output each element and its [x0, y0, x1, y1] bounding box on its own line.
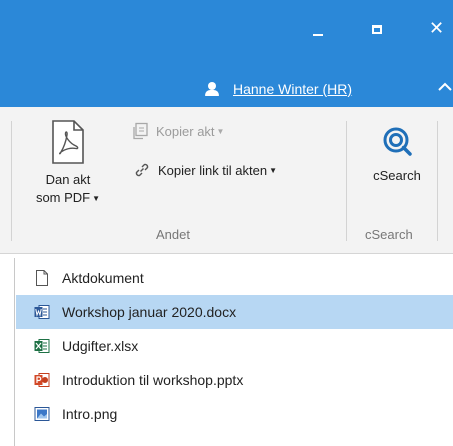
file-name: Intro.png: [62, 406, 118, 422]
powerpoint-icon: [34, 372, 50, 388]
copy-link-label: Kopier link til akten: [158, 162, 268, 178]
list-item[interactable]: Workshop januar 2020.docx: [16, 295, 453, 329]
pdf-icon: [52, 120, 84, 164]
copy-akt-button[interactable]: Kopier akt ▼: [130, 121, 224, 141]
user-name-link[interactable]: Hanne Winter (HR): [233, 81, 352, 97]
dropdown-caret-icon: ▼: [92, 193, 101, 203]
ribbon-divider: [437, 121, 438, 241]
list-item[interactable]: Aktdokument: [16, 261, 453, 295]
group-label-andet: Andet: [156, 227, 190, 242]
image-icon: [34, 406, 50, 422]
user-icon: [205, 82, 219, 96]
excel-icon: [34, 338, 50, 354]
ribbon-divider: [346, 121, 347, 241]
document-icon: [34, 270, 50, 286]
link-icon: [132, 160, 152, 180]
copy-link-button[interactable]: Kopier link til akten ▼: [132, 160, 277, 180]
copy-icon: [130, 121, 150, 141]
create-pdf-label-line2: som PDF: [35, 190, 91, 205]
close-icon: ✕: [429, 18, 445, 39]
file-name: Introduktion til workshop.pptx: [62, 372, 244, 388]
word-icon: [34, 304, 50, 320]
ribbon-divider: [11, 121, 12, 241]
maximize-icon: [372, 25, 382, 34]
tree-guide-line: [14, 258, 15, 446]
ribbon: Dan akt som PDF ▼ Kopier akt ▼ Kopier link…: [0, 107, 453, 254]
user-account[interactable]: Hanne Winter (HR): [205, 79, 352, 99]
csearch-icon: [383, 127, 412, 156]
minimize-icon: [313, 34, 323, 36]
create-pdf-button[interactable]: Dan akt som PDF ▼: [28, 119, 108, 208]
collapse-ribbon-icon[interactable]: [437, 80, 453, 94]
list-item[interactable]: Udgifter.xlsx: [16, 329, 453, 363]
close-button[interactable]: ✕: [413, 14, 453, 48]
title-bar: ✕ Hanne Winter (HR): [0, 0, 453, 107]
file-list: Aktdokument Workshop januar 2020.docx Ud…: [16, 261, 453, 431]
file-name: Udgifter.xlsx: [62, 338, 139, 354]
copy-akt-label: Kopier akt: [156, 123, 215, 139]
csearch-label: cSearch: [373, 168, 421, 183]
file-name: Aktdokument: [62, 270, 144, 286]
file-name: Workshop januar 2020.docx: [62, 304, 237, 320]
minimize-button[interactable]: [298, 14, 338, 48]
list-item[interactable]: Introduktion til workshop.pptx: [16, 363, 453, 397]
dropdown-caret-icon: ▼: [269, 165, 278, 175]
maximize-button[interactable]: [358, 14, 398, 48]
create-pdf-label-line1: Dan akt: [45, 172, 91, 187]
group-label-csearch: cSearch: [365, 227, 413, 242]
csearch-button[interactable]: cSearch: [362, 125, 432, 185]
dropdown-caret-icon: ▼: [216, 126, 225, 136]
list-item[interactable]: Intro.png: [16, 397, 453, 431]
